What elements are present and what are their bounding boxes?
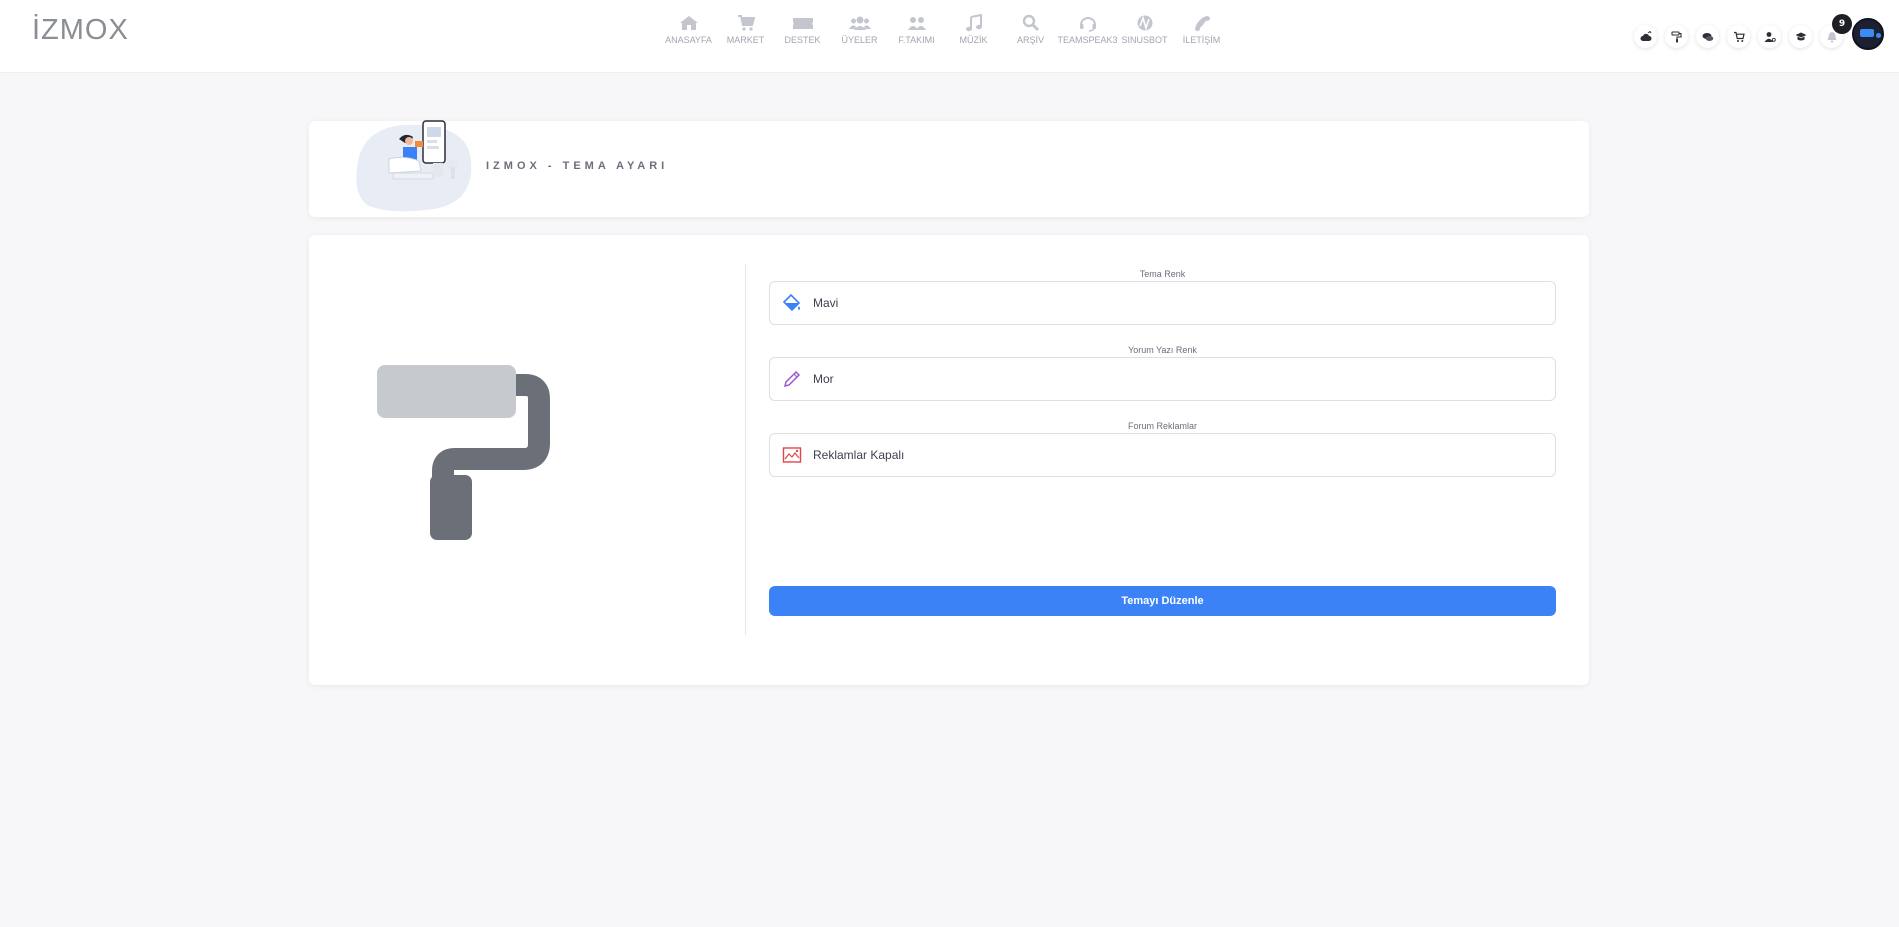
nav-item-uyeler[interactable]: ÜYELER <box>831 14 888 45</box>
nav-label: SINUSBOT <box>1121 35 1168 45</box>
pencil-icon <box>780 367 804 391</box>
nav-item-destek[interactable]: DESTEK <box>774 14 831 45</box>
chat-icon <box>1702 32 1713 41</box>
forum-ads-label: Forum Reklamlar <box>1127 421 1197 431</box>
messages-button[interactable] <box>1696 25 1719 48</box>
theme-color-label: Tema Renk <box>1139 269 1186 279</box>
cart-button[interactable] <box>1727 25 1750 48</box>
theme-button[interactable] <box>1665 25 1688 48</box>
nav-label: MARKET <box>726 35 765 45</box>
main-nav: ANASAYFA MARKET DESTEK ÜYELER F.TAKIMI M… <box>660 14 1230 45</box>
nav-label: ANASAYFA <box>665 35 712 45</box>
top-navbar: İZMOX ANASAYFA MARKET DESTEK ÜYELER F.TA… <box>0 0 1899 73</box>
home-icon <box>679 16 698 30</box>
image-icon <box>780 443 804 467</box>
profile-settings-button[interactable] <box>1758 25 1781 48</box>
paint-bucket-icon <box>780 291 804 315</box>
theme-color-value: Mavi <box>813 296 839 310</box>
nav-item-teamspeak3[interactable]: TEAMSPEAK3 <box>1057 14 1118 45</box>
nav-item-sinusbot[interactable]: SINUSBOT <box>1116 14 1173 45</box>
nav-label: TEAMSPEAK3 <box>1057 35 1118 45</box>
theme-color-select[interactable]: Mavi <box>769 281 1556 325</box>
forum-ads-value: Reklamlar Kapalı <box>813 448 905 462</box>
nav-label: F.TAKIMI <box>898 35 935 45</box>
edit-theme-button[interactable]: Temayı Düzenle <box>769 586 1556 616</box>
nav-label: DESTEK <box>784 35 821 45</box>
nav-item-muzik[interactable]: MÜZİK <box>945 14 1002 45</box>
music-icon <box>965 14 982 32</box>
comment-color-select[interactable]: Mor <box>769 357 1556 401</box>
page-title: IZMOX - TEMA AYARI <box>486 160 669 172</box>
page-header-card: IZMOX - TEMA AYARI <box>309 120 1589 217</box>
ticket-icon <box>792 18 813 29</box>
paint-roller-icon <box>1670 30 1682 42</box>
team-icon <box>907 17 926 30</box>
cart-icon <box>1733 31 1745 42</box>
nav-label: ÜYELER <box>841 35 878 45</box>
headset-icon <box>1079 17 1096 32</box>
notification-count-badge[interactable]: 9 <box>1832 14 1852 34</box>
graduation-cap-icon <box>1795 32 1806 40</box>
nav-label: MÜZİK <box>959 35 988 45</box>
nav-label: İLETİŞİM <box>1182 35 1221 45</box>
header-illustration <box>356 120 472 212</box>
theme-settings-card: Tema Renk Mavi Yorum Yazı Renk Mor Forum… <box>309 235 1589 685</box>
user-settings-icon <box>1764 31 1776 42</box>
phone-icon <box>1194 16 1210 31</box>
nav-item-ftakimi[interactable]: F.TAKIMI <box>888 14 945 45</box>
comment-color-value: Mor <box>813 372 834 386</box>
vertical-divider <box>745 264 746 635</box>
sinusbot-icon <box>1137 15 1152 31</box>
nav-item-arsiv[interactable]: ARŞİV <box>1002 14 1059 45</box>
site-logo[interactable]: İZMOX <box>32 14 129 47</box>
users-icon <box>848 16 871 30</box>
cloud-upload-button[interactable] <box>1634 25 1657 48</box>
search-icon <box>1022 14 1039 32</box>
education-button[interactable] <box>1789 25 1812 48</box>
header-actions <box>1634 25 1843 48</box>
cloud-upload-icon <box>1640 30 1651 41</box>
nav-label: ARŞİV <box>1016 35 1044 45</box>
nav-item-anasayfa[interactable]: ANASAYFA <box>660 14 717 45</box>
forum-ads-select[interactable]: Reklamlar Kapalı <box>769 433 1556 477</box>
nav-item-iletisim[interactable]: İLETİŞİM <box>1173 14 1230 45</box>
user-avatar[interactable] <box>1852 18 1884 50</box>
cart-icon <box>737 15 755 31</box>
nav-item-market[interactable]: MARKET <box>717 14 774 45</box>
comment-color-label: Yorum Yazı Renk <box>1128 345 1197 355</box>
paint-roller-illustration <box>377 365 550 540</box>
